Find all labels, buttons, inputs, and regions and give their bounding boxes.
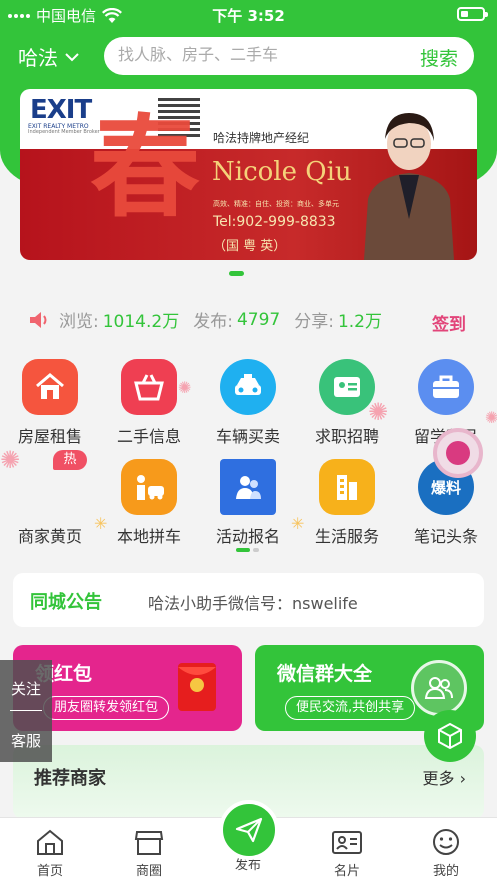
- sparkle-decoration: ✳: [291, 514, 305, 533]
- category-label: 求职招聘: [314, 427, 379, 446]
- posts-count: 4797: [236, 309, 281, 330]
- notice-content: 哈法小助手微信号：nswelife: [148, 594, 358, 613]
- notice-title: 同城公告: [30, 592, 102, 613]
- briefcase-icon: [418, 359, 474, 415]
- category-events[interactable]: 活动报名: [203, 459, 293, 547]
- search-bar: 搜索: [104, 37, 474, 75]
- tab-business-card[interactable]: 名片: [317, 828, 377, 879]
- business-card-icon: [332, 831, 362, 854]
- firework-decoration: ✺: [0, 446, 21, 474]
- battery-icon: [457, 7, 488, 21]
- smiley-icon: [433, 829, 459, 855]
- city-label: 哈法: [18, 46, 58, 70]
- agent-name: Nicole Qiu: [212, 157, 352, 187]
- category-vehicles[interactable]: 车辆买卖: [203, 359, 293, 447]
- carpool-icon: [121, 459, 177, 515]
- category-life-services[interactable]: 生活服务: [302, 459, 392, 547]
- agent-description: 高效、精准：自住、投资：商业、多单元: [213, 200, 339, 208]
- category-label: 二手信息: [116, 427, 181, 446]
- agent-title: 哈法持牌地产经纪: [213, 131, 310, 145]
- card-pill: 朋友圈转发领红包: [43, 696, 170, 720]
- tab-me[interactable]: 我的: [416, 828, 476, 879]
- taxi-icon: [220, 359, 276, 415]
- category-label: 商家黄页: [17, 527, 82, 546]
- publish-button[interactable]: [219, 800, 279, 860]
- sparkle-decoration: ✳: [94, 514, 108, 533]
- tab-label: 商圈: [135, 864, 162, 879]
- category-label: 活动报名: [215, 527, 280, 546]
- store-icon: [134, 831, 164, 855]
- category-label: 生活服务: [314, 527, 379, 546]
- floating-bubble[interactable]: [433, 428, 483, 478]
- grid-page-indicator: [236, 548, 259, 552]
- shares-label: 分享:: [294, 312, 334, 332]
- posts-label: 发布:: [193, 312, 233, 332]
- section-title: 推荐商家: [34, 768, 106, 789]
- side-follow-panel: 关注 客服: [0, 660, 52, 762]
- chevron-down-icon: [65, 52, 79, 61]
- shares-count: 1.2万: [337, 312, 382, 332]
- tab-label: 我的: [432, 864, 459, 879]
- city-selector[interactable]: 哈法: [18, 42, 80, 71]
- city-notice[interactable]: 同城公告 哈法小助手微信号：nswelife: [13, 573, 484, 627]
- signin-button[interactable]: 签到: [432, 310, 466, 335]
- category-label: 车辆买卖: [215, 427, 280, 446]
- views-count: 1014.2万: [102, 312, 180, 332]
- firework-decoration: ✺: [368, 398, 389, 426]
- agent-phone: Tel:902-999-8833: [213, 214, 336, 230]
- speaker-icon: [30, 311, 47, 328]
- category-house-rental[interactable]: 房屋租售: [5, 359, 95, 447]
- banner-page-indicator: [229, 271, 244, 276]
- tab-label: 发布: [234, 858, 261, 873]
- id-card-icon: [319, 359, 375, 415]
- promo-banner[interactable]: EXIT EXIT REALTY METRO Independent Membe…: [20, 89, 477, 260]
- search-input[interactable]: [118, 37, 408, 75]
- card-title: 微信群大全: [277, 663, 373, 685]
- tab-business-circle[interactable]: 商圈: [119, 828, 179, 879]
- building-icon: [319, 459, 375, 515]
- tab-home[interactable]: 首页: [20, 828, 80, 879]
- agent-photo: [364, 113, 454, 260]
- tab-label: 首页: [36, 864, 63, 879]
- spring-character: 春: [90, 103, 200, 232]
- tab-label: 名片: [333, 864, 360, 879]
- views-label: 浏览:: [59, 312, 99, 332]
- firework-decoration: ✺: [178, 378, 192, 397]
- status-bar: 中国电信 下午 3:52: [0, 0, 497, 28]
- cube-fab-button[interactable]: [424, 710, 476, 762]
- people-icon: [220, 459, 276, 515]
- search-button[interactable]: 搜索: [420, 44, 458, 71]
- house-icon: [22, 359, 78, 415]
- category-label: 笔记头条: [413, 527, 478, 546]
- red-envelope-icon: [178, 663, 216, 711]
- clock: 下午 3:52: [212, 7, 285, 25]
- follow-button[interactable]: 关注: [11, 678, 41, 699]
- shop-icon: [22, 459, 78, 515]
- paper-plane-icon: [235, 817, 263, 843]
- stats-bar: 浏览: 1014.2万 发布: 4797 分享: 1.2万: [27, 307, 392, 332]
- customer-service-button[interactable]: 客服: [11, 730, 41, 751]
- basket-icon: [121, 359, 177, 415]
- category-label: 本地拼车: [116, 527, 181, 546]
- category-second-hand[interactable]: 二手信息: [104, 359, 194, 447]
- category-carpool[interactable]: 本地拼车: [104, 459, 194, 547]
- agent-languages: （国 粤 英）: [213, 239, 287, 254]
- more-link[interactable]: 更多 ›: [423, 765, 467, 789]
- firework-decoration: ✺: [485, 408, 497, 427]
- wechat-group-icon: [411, 660, 467, 716]
- home-icon: [37, 829, 63, 855]
- card-pill: 便民交流,共创共享: [285, 696, 416, 720]
- category-label: 房屋租售: [17, 427, 82, 446]
